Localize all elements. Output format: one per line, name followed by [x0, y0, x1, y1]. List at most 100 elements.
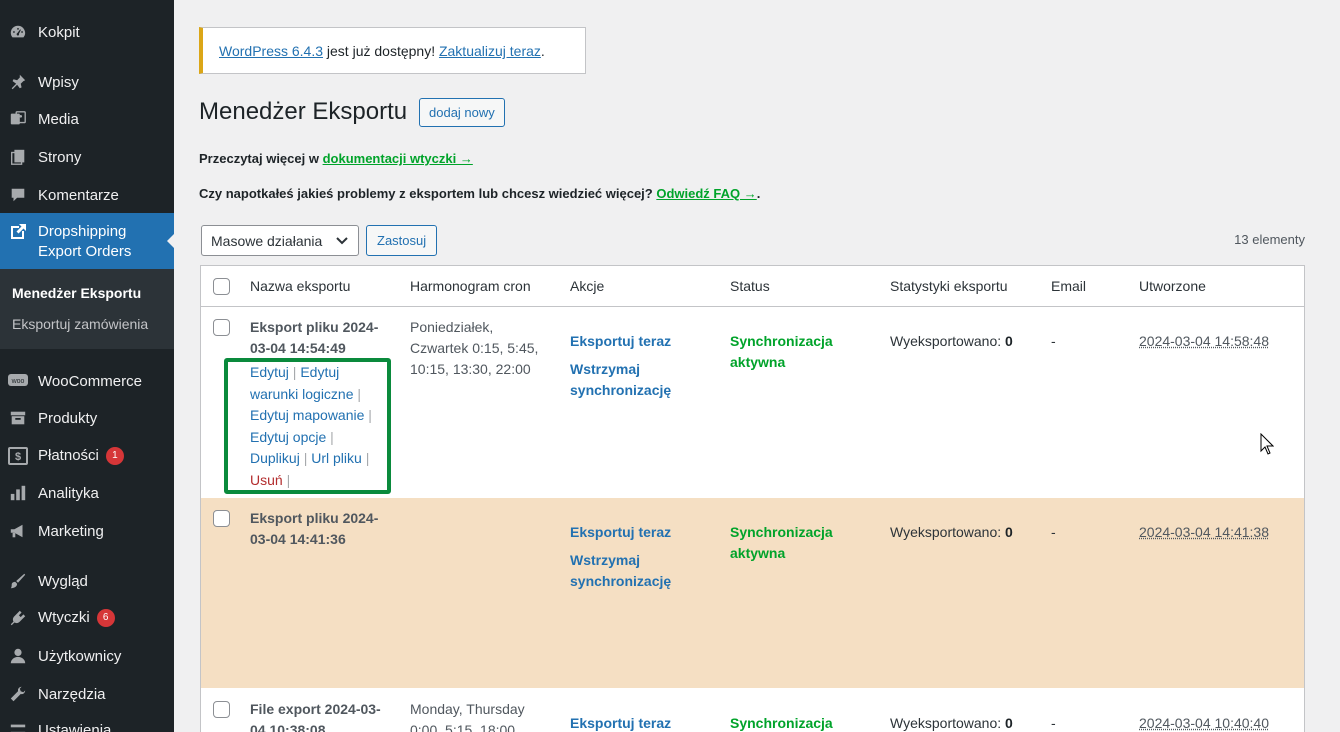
row-checkbox[interactable] [213, 701, 230, 718]
menu-label: Media [38, 111, 79, 128]
notice-end: . [541, 43, 545, 59]
bulk-actions-select[interactable]: Masowe działania [201, 225, 359, 256]
column-header-name[interactable]: Nazwa eksportu [250, 278, 350, 294]
stats-label: Wyeksportowano: [890, 715, 1001, 731]
column-header-created[interactable]: Utworzone [1139, 278, 1206, 294]
menu-wtyczki[interactable]: Wtyczki 6 [0, 608, 174, 628]
pause-sync-link[interactable]: Wstrzymaj synchronizację [570, 359, 710, 401]
row-checkbox[interactable] [213, 510, 230, 527]
menu-label: Komentarze [38, 187, 119, 204]
dashboard-icon [8, 22, 28, 42]
menu-woocommerce[interactable]: woo WooCommerce [0, 371, 174, 391]
chart-bar-icon [8, 483, 28, 503]
menu-kokpit[interactable]: Kokpit [0, 22, 174, 42]
menu-analityka[interactable]: Analityka [0, 483, 174, 503]
menu-wpisy[interactable]: Wpisy [0, 72, 174, 92]
menu-strony[interactable]: Strony [0, 147, 174, 167]
stats-label: Wyeksportowano: [890, 524, 1001, 540]
export-name[interactable]: Eksport pliku 2024-03-04 14:54:49 [250, 317, 390, 359]
table-row: Eksport pliku 2024-03-04 14:41:36 Ekspor… [201, 498, 1304, 688]
created-date: 2024-03-04 10:40:40 [1139, 713, 1269, 732]
faq-link[interactable]: Odwiedź FAQ → [656, 186, 756, 201]
media-icon [8, 109, 28, 129]
payments-icon: $ [8, 446, 28, 466]
exports-table: Nazwa eksportu Harmonogram cron Akcje St… [200, 265, 1305, 732]
docs-link[interactable]: dokumentacji wtyczki → [323, 151, 473, 166]
menu-label: Wpisy [38, 74, 79, 91]
menu-komentarze[interactable]: Komentarze [0, 185, 174, 205]
column-header-email: Email [1051, 278, 1086, 294]
menu-narzedzia[interactable]: Narzędzia [0, 684, 174, 704]
status-text: Synchronizacja [730, 713, 860, 732]
menu-ustawienia[interactable]: Ustawienia [0, 720, 174, 732]
submenu: Menedżer Eksportu Eksportuj zamówienia [0, 269, 174, 349]
export-name[interactable]: File export 2024-03-04 10:38:08 [250, 699, 390, 732]
stats-value: 0 [1005, 715, 1013, 731]
archive-icon [8, 408, 28, 428]
wordpress-version-link[interactable]: WordPress 6.4.3 [219, 43, 323, 59]
count-badge: 6 [97, 609, 115, 627]
actions-cell: Eksportuj teraz [570, 713, 710, 732]
docs-prefix: Przeczytaj więcej w [199, 151, 323, 166]
menu-label: Produkty [38, 410, 97, 427]
export-now-link[interactable]: Eksportuj teraz [570, 331, 710, 352]
items-count: 13 elementy [1234, 232, 1305, 247]
menu-platnosci[interactable]: $ Płatności 1 [0, 446, 174, 466]
status-text: Synchronizacja aktywna [730, 331, 860, 373]
menu-uzytkownicy[interactable]: Użytkownicy [0, 646, 174, 666]
brush-icon [8, 571, 28, 591]
table-row: File export 2024-03-04 10:38:08 Monday, … [201, 688, 1304, 732]
admin-sidebar: Kokpit Wpisy Media Strony Komentarze Dro… [0, 0, 174, 732]
cron-schedule: Poniedziałek, Czwartek 0:15, 5:45, 10:15… [410, 317, 555, 380]
update-now-link[interactable]: Zaktualizuj teraz [439, 43, 541, 59]
count-badge: 1 [106, 447, 124, 465]
menu-label: Marketing [38, 523, 104, 540]
export-stats: Wyeksportowano: 0 [890, 713, 1013, 732]
status-text: Synchronizacja aktywna [730, 522, 860, 564]
highlight-box [224, 358, 391, 494]
stats-value: 0 [1005, 524, 1013, 540]
add-new-button[interactable]: dodaj nowy [419, 98, 505, 127]
svg-text:woo: woo [11, 378, 25, 385]
submenu-item-menedzer-eksportu[interactable]: Menedżer Eksportu [12, 285, 141, 301]
email-cell: - [1051, 522, 1056, 543]
menu-label: Analityka [38, 485, 99, 502]
select-all-checkbox[interactable] [213, 278, 230, 295]
export-stats: Wyeksportowano: 0 [890, 331, 1013, 352]
menu-produkty[interactable]: Produkty [0, 408, 174, 428]
menu-dropshipping-export-orders[interactable]: Dropshipping Export Orders [0, 222, 174, 262]
created-date: 2024-03-04 14:58:48 [1139, 331, 1269, 352]
menu-media[interactable]: Media [0, 109, 174, 129]
submenu-item-eksportuj-zamowienia[interactable]: Eksportuj zamówienia [12, 316, 148, 332]
user-icon [8, 646, 28, 666]
apply-button[interactable]: Zastosuj [366, 225, 437, 256]
faq-suffix: . [757, 186, 761, 201]
menu-label-line2: Export Orders [38, 243, 131, 260]
export-stats: Wyeksportowano: 0 [890, 522, 1013, 543]
export-now-link[interactable]: Eksportuj teraz [570, 522, 710, 543]
cron-schedule: Monday, Thursday 0:00, 5:15, 18:00 [410, 699, 555, 732]
export-now-link[interactable]: Eksportuj teraz [570, 713, 710, 732]
menu-label: Płatności [38, 447, 99, 464]
export-name[interactable]: Eksport pliku 2024-03-04 14:41:36 [250, 508, 390, 550]
woo-icon: woo [8, 371, 28, 391]
menu-wyglad[interactable]: Wygląd [0, 571, 174, 591]
settings-icon [8, 720, 28, 732]
row-checkbox[interactable] [213, 319, 230, 336]
actions-cell: Eksportuj teraz Wstrzymaj synchronizację [570, 331, 710, 401]
menu-label: Ustawienia [38, 722, 111, 732]
pin-icon [8, 72, 28, 92]
created-date: 2024-03-04 14:41:38 [1139, 522, 1269, 543]
column-header-cron: Harmonogram cron [410, 278, 531, 294]
faq-prefix: Czy napotkałeś jakieś problemy z eksport… [199, 186, 656, 201]
menu-label: Narzędzia [38, 686, 106, 703]
menu-label: Kokpit [38, 24, 80, 41]
update-notice: WordPress 6.4.3 jest już dostępny! Zaktu… [199, 27, 586, 74]
stats-value: 0 [1005, 333, 1013, 349]
actions-cell: Eksportuj teraz Wstrzymaj synchronizację [570, 522, 710, 592]
menu-marketing[interactable]: Marketing [0, 521, 174, 541]
faq-line: Czy napotkałeś jakieś problemy z eksport… [199, 186, 760, 201]
bulk-actions-value: Masowe działania [211, 233, 322, 249]
pause-sync-link[interactable]: Wstrzymaj synchronizację [570, 550, 710, 592]
docs-line: Przeczytaj więcej w dokumentacji wtyczki… [199, 151, 473, 166]
